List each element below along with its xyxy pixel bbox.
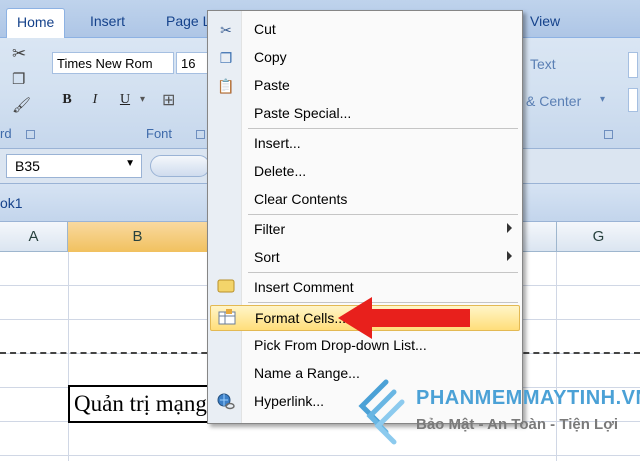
menu-item-clear-contents[interactable]: Clear Contents	[210, 187, 520, 213]
font-size-combo[interactable]: 16	[176, 52, 210, 74]
menu-item-label: Format Cells...	[255, 310, 347, 326]
menu-separator	[248, 128, 518, 129]
menu-item-sort[interactable]: Sort	[210, 245, 520, 271]
name-box-value: B35	[15, 158, 40, 174]
menu-item-delete[interactable]: Delete...	[210, 159, 520, 185]
context-menu: ✂ Cut ❐ Copy 📋 Paste Paste Special... In…	[207, 10, 523, 424]
cell-value: Quản trị mạng	[74, 391, 207, 416]
menu-item-label: Clear Contents	[254, 191, 348, 207]
wrap-text-button[interactable]: Text	[530, 56, 556, 72]
name-box[interactable]: B35 ▼	[6, 154, 142, 178]
font-name-combo[interactable]: Times New Rom	[52, 52, 174, 74]
tab-home[interactable]: Home	[6, 8, 66, 38]
menu-separator	[248, 272, 518, 273]
chevron-down-icon[interactable]: ▼	[125, 158, 135, 169]
clipboard-dialog-launcher-icon[interactable]	[26, 130, 35, 139]
italic-button[interactable]: I	[84, 89, 106, 111]
scissors-icon: ✂	[220, 22, 232, 38]
menu-item-label: Insert Comment	[254, 279, 354, 295]
watermark-tagline: Bảo Mật - An Toàn - Tiện Lợi	[416, 416, 619, 433]
underline-button[interactable]: U	[114, 89, 136, 111]
bold-button[interactable]: B	[56, 89, 78, 111]
number-format-combo[interactable]	[628, 52, 638, 78]
menu-item-label: Paste Special...	[254, 105, 352, 121]
merge-dropdown-icon[interactable]: ▾	[600, 94, 605, 105]
menu-item-insert[interactable]: Insert...	[210, 131, 520, 157]
underline-dropdown-icon[interactable]: ▾	[140, 94, 145, 105]
clipboard-group-label: rd	[0, 126, 12, 141]
workbook-title: ok1	[0, 195, 23, 211]
menu-separator	[248, 214, 518, 215]
borders-icon[interactable]: ⊞	[162, 90, 175, 110]
menu-item-copy[interactable]: ❐ Copy	[210, 45, 520, 71]
comment-icon	[216, 278, 236, 298]
format-painter-icon[interactable]: 🖌	[12, 96, 31, 114]
menu-item-cut[interactable]: ✂ Cut	[210, 17, 520, 43]
column-header-b[interactable]: B	[68, 222, 208, 252]
menu-item-paste-special[interactable]: Paste Special...	[210, 101, 520, 127]
menu-item-label: Name a Range...	[254, 365, 360, 381]
tab-view[interactable]: View	[520, 8, 570, 38]
red-arrow-annotation	[338, 297, 470, 339]
menu-item-label: Cut	[254, 21, 276, 37]
column-header-g[interactable]: G	[557, 222, 640, 252]
font-dialog-launcher-icon[interactable]	[196, 130, 205, 139]
hyperlink-icon	[216, 392, 236, 412]
tab-insert[interactable]: Insert	[80, 8, 135, 38]
merge-center-button[interactable]: & Center	[526, 93, 581, 109]
formula-bar-resize-handle[interactable]	[150, 155, 210, 177]
menu-item-label: Filter	[254, 221, 286, 237]
paste-icon: 📋	[217, 78, 235, 94]
alignment-dialog-launcher-icon[interactable]	[604, 130, 613, 139]
font-group-label: Font	[146, 126, 173, 141]
watermark-brand: PHANMEMMAYTINH.VN	[416, 387, 640, 409]
menu-item-filter[interactable]: Filter	[210, 217, 520, 243]
submenu-arrow-icon	[507, 251, 512, 261]
column-header-a[interactable]: A	[0, 222, 68, 252]
menu-item-paste[interactable]: 📋 Paste	[210, 73, 520, 99]
menu-item-label: Copy	[254, 49, 287, 65]
brand-logo-icon	[358, 379, 405, 445]
copy-icon[interactable]: ❐	[12, 70, 25, 88]
format-cells-icon	[217, 309, 237, 329]
submenu-arrow-icon	[507, 223, 512, 233]
menu-item-label: Delete...	[254, 163, 307, 179]
menu-item-label: Insert...	[254, 135, 301, 151]
menu-item-label: Hyperlink...	[254, 393, 325, 409]
number-format-button[interactable]	[628, 88, 638, 112]
menu-item-label: Paste	[254, 77, 290, 93]
menu-item-label: Sort	[254, 249, 280, 265]
column-header-f[interactable]	[523, 222, 557, 252]
copy-icon: ❐	[219, 50, 233, 66]
cut-icon[interactable]: ✂	[12, 44, 26, 64]
